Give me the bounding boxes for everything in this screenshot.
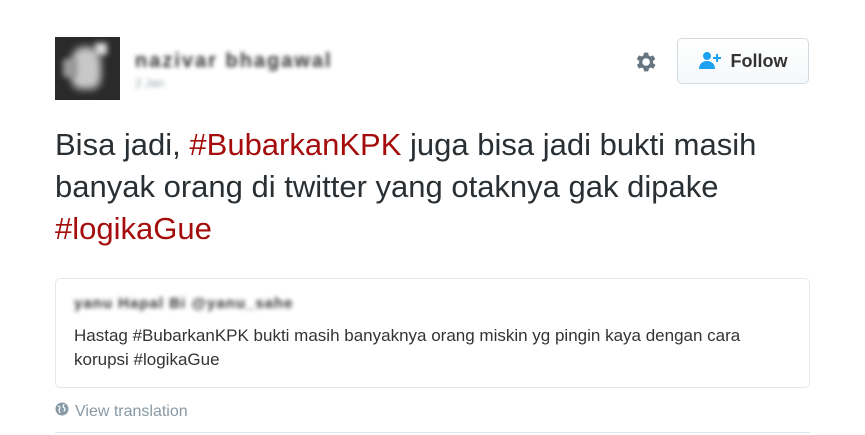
view-translation-label: View translation [75, 402, 188, 420]
tweet-text: Bisa jadi, #BubarkanKPK juga bisa jadi b… [55, 124, 815, 250]
view-translation-link[interactable]: View translation [55, 402, 188, 421]
hashtag-link[interactable]: #BubarkanKPK [189, 127, 401, 162]
quoted-tweet[interactable]: yanu Hapal Bi @yanu_sahe Hastag #Bubarka… [55, 278, 810, 388]
follow-button[interactable]: Follow [677, 38, 809, 84]
divider [55, 432, 810, 433]
quoted-tweet-text: Hastag #BubarkanKPK bukti masih banyakny… [74, 326, 741, 369]
hashtag-link[interactable]: #logikaGue [55, 211, 212, 246]
tweet-timestamp[interactable]: 2 Jan [135, 76, 195, 90]
globe-icon [55, 402, 69, 421]
tweet-text-segment: Bisa jadi, [55, 127, 190, 162]
follow-button-label: Follow [730, 50, 788, 71]
avatar[interactable] [55, 37, 120, 100]
quoted-tweet-author: yanu Hapal Bi @yanu_sahe [74, 295, 294, 312]
author-display-name[interactable]: nazivar bhagawal [135, 50, 365, 72]
gear-icon[interactable] [632, 49, 658, 75]
add-user-icon [698, 51, 723, 71]
